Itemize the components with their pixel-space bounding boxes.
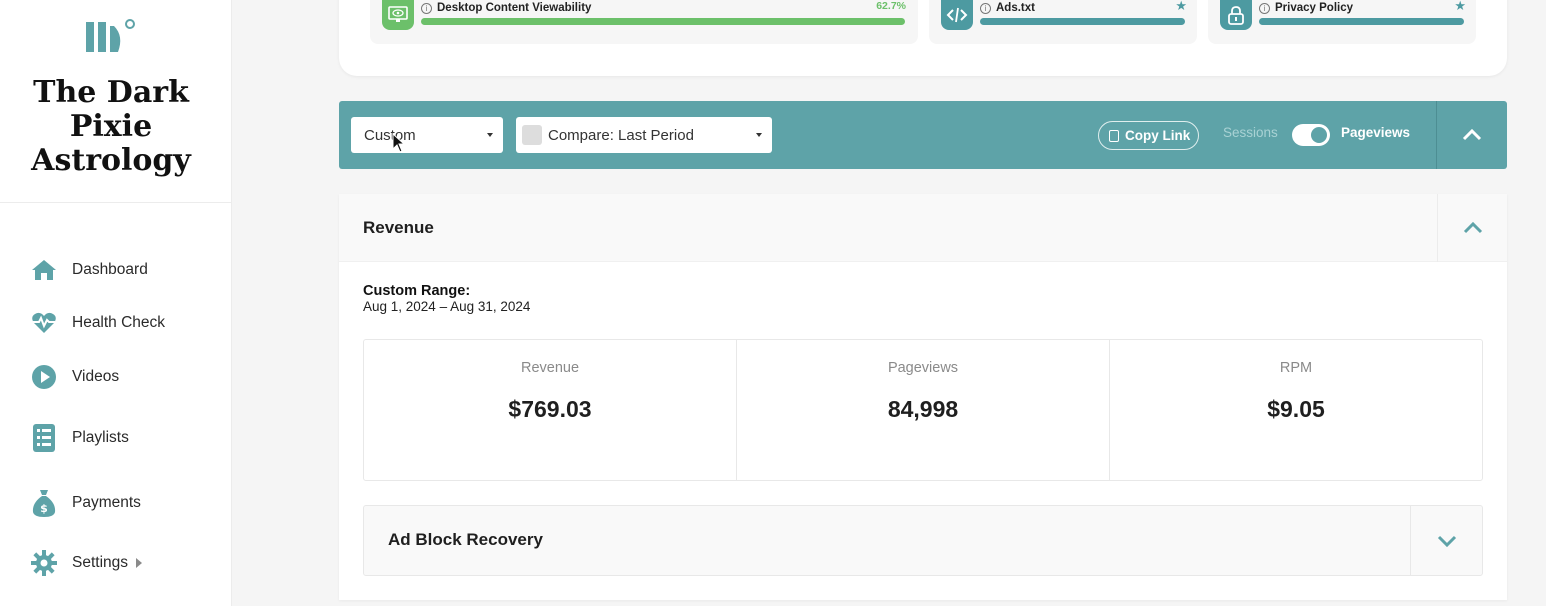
star-icon: ★ bbox=[1454, 0, 1466, 13]
sidebar-item-label: Playlists bbox=[72, 429, 129, 446]
revenue-panel: Revenue Custom Range: Aug 1, 2024 – Aug … bbox=[339, 194, 1507, 600]
sidebar-item-dashboard[interactable]: Dashboard bbox=[30, 255, 148, 285]
metric-progress-bar bbox=[980, 18, 1185, 25]
chevron-right-icon bbox=[136, 558, 143, 568]
metric-label: Ads.txt bbox=[996, 2, 1035, 14]
revenue-collapse-button[interactable] bbox=[1437, 194, 1507, 262]
sidebar-item-playlists[interactable]: Playlists bbox=[30, 423, 129, 453]
stat-revenue: Revenue $769.03 bbox=[364, 340, 737, 480]
metric-progress-bar bbox=[421, 18, 905, 25]
ad-block-recovery-title: Ad Block Recovery bbox=[388, 530, 543, 549]
code-icon bbox=[941, 0, 973, 30]
metric-progress-bar bbox=[1259, 18, 1464, 25]
sidebar-item-label: Videos bbox=[72, 368, 120, 385]
stat-rpm: RPM $9.05 bbox=[1110, 340, 1482, 480]
sessions-label[interactable]: Sessions bbox=[1223, 125, 1278, 140]
info-icon: i bbox=[421, 2, 432, 14]
metric-ads-txt[interactable]: i Ads.txt ★ bbox=[929, 0, 1197, 44]
play-circle-icon bbox=[30, 363, 58, 391]
heartbeat-icon bbox=[30, 309, 58, 337]
sidebar-item-settings[interactable]: Settings bbox=[30, 548, 143, 578]
revenue-title: Revenue bbox=[363, 218, 434, 237]
custom-range-label: Custom Range: bbox=[363, 283, 471, 299]
pageviews-label[interactable]: Pageviews bbox=[1341, 125, 1410, 140]
sidebar-item-label: Settings bbox=[72, 554, 129, 571]
info-icon: i bbox=[980, 2, 991, 14]
monitor-eye-icon bbox=[382, 0, 414, 30]
health-metrics-card: i Desktop Content Viewability 62.7% i Ads.… bbox=[339, 0, 1507, 76]
chevron-up-icon bbox=[1462, 129, 1482, 141]
ad-block-expand-button[interactable] bbox=[1410, 506, 1482, 575]
sidebar-item-label: Dashboard bbox=[72, 261, 148, 278]
copy-link-button[interactable]: Copy Link bbox=[1098, 121, 1200, 150]
revenue-header[interactable]: Revenue bbox=[339, 194, 1507, 262]
home-icon bbox=[30, 256, 58, 284]
list-icon bbox=[30, 424, 58, 452]
sidebar-divider bbox=[0, 202, 232, 203]
copy-link-label: Copy Link bbox=[1125, 128, 1191, 143]
info-icon: i bbox=[1259, 2, 1270, 14]
sessions-pageviews-toggle[interactable] bbox=[1292, 124, 1330, 146]
metric-label: Desktop Content Viewability bbox=[437, 2, 592, 14]
custom-range-dates: Aug 1, 2024 – Aug 31, 2024 bbox=[363, 299, 531, 314]
svg-text:$: $ bbox=[40, 502, 48, 515]
sidebar-item-label: Payments bbox=[72, 494, 141, 511]
ad-block-recovery-accordion[interactable]: Ad Block Recovery bbox=[363, 505, 1483, 576]
sidebar-item-payments[interactable]: $ Payments bbox=[30, 488, 141, 518]
lock-icon bbox=[1220, 0, 1252, 30]
brand-logo-icon bbox=[86, 19, 135, 52]
metric-label: Privacy Policy bbox=[1275, 2, 1353, 14]
chevron-down-icon bbox=[1437, 535, 1456, 547]
star-icon: ★ bbox=[1175, 0, 1187, 13]
stat-pageviews: Pageviews 84,998 bbox=[737, 340, 1110, 480]
gear-icon bbox=[30, 549, 58, 577]
stat-label: Pageviews bbox=[887, 360, 959, 376]
sidebar-item-label: Health Check bbox=[72, 314, 166, 331]
compare-value: Compare: Last Period bbox=[548, 126, 694, 144]
chevron-up-icon bbox=[1463, 222, 1482, 234]
caret-down-icon bbox=[756, 133, 762, 137]
sidebar-item-health-check[interactable]: Health Check bbox=[30, 308, 165, 338]
stat-label: Revenue bbox=[520, 360, 580, 376]
filter-bar-collapse-button[interactable] bbox=[1437, 101, 1507, 169]
mouse-cursor-icon bbox=[392, 133, 406, 153]
metric-desktop-viewability[interactable]: i Desktop Content Viewability 62.7% bbox=[370, 0, 918, 44]
compare-select[interactable]: Compare: Last Period bbox=[516, 117, 772, 153]
sidebar: The Dark Pixie Astrology Dashboard Healt… bbox=[0, 0, 232, 606]
money-bag-icon: $ bbox=[30, 489, 58, 517]
metric-value: 62.7% bbox=[876, 0, 906, 12]
date-range-select[interactable]: Custom bbox=[351, 117, 503, 153]
compare-color-swatch bbox=[522, 125, 542, 145]
toggle-knob bbox=[1311, 127, 1327, 143]
filter-bar: Custom Compare: Last Period Copy Link Se… bbox=[339, 101, 1507, 169]
metric-privacy-policy[interactable]: i Privacy Policy ★ bbox=[1208, 0, 1476, 44]
revenue-stats: Revenue $769.03 Pageviews 84,998 RPM $9.… bbox=[363, 339, 1483, 481]
stat-label: RPM bbox=[1279, 360, 1313, 376]
site-title[interactable]: The Dark Pixie Astrology bbox=[0, 76, 222, 178]
copy-icon bbox=[1109, 130, 1119, 142]
caret-down-icon bbox=[487, 133, 493, 137]
date-range-value: Custom bbox=[364, 126, 416, 144]
stat-value: $769.03 bbox=[508, 396, 592, 422]
stat-value: $9.05 bbox=[1267, 396, 1325, 422]
stat-value: 84,998 bbox=[887, 396, 959, 422]
sidebar-item-videos[interactable]: Videos bbox=[30, 362, 119, 392]
